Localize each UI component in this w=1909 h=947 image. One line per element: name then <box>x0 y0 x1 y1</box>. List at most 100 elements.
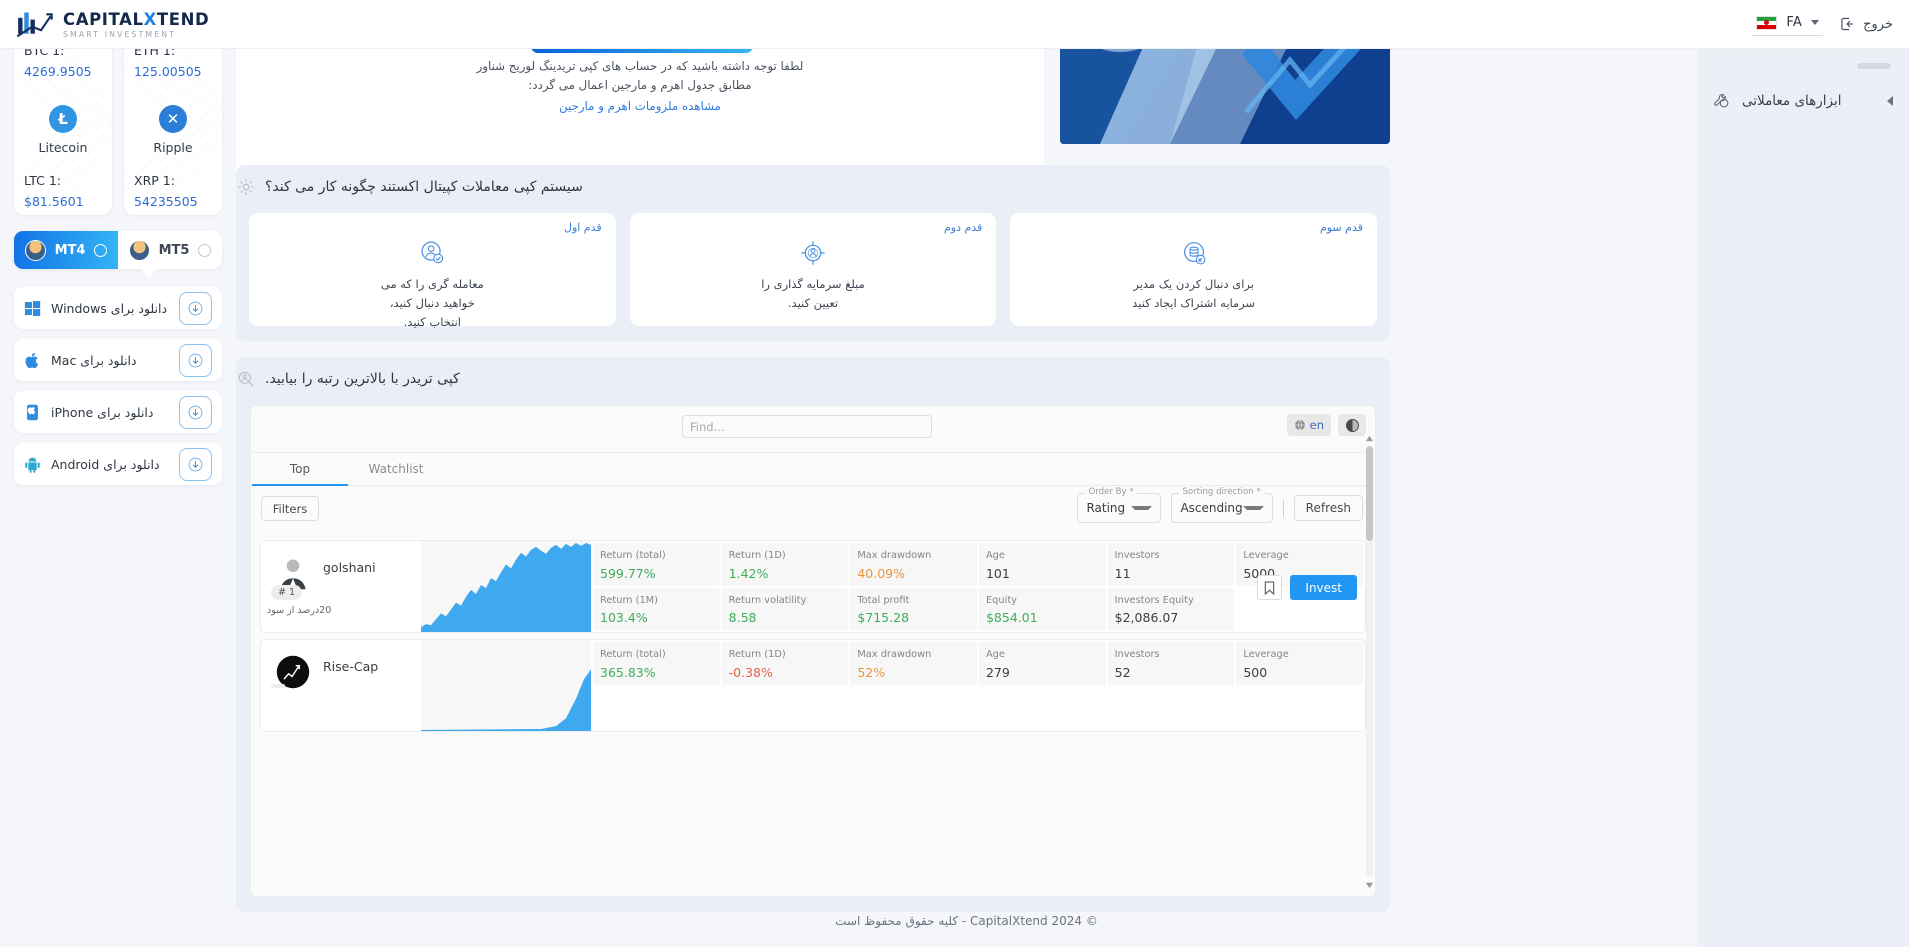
trader-metrics: Return (total) 599.77% Return (1D) 1.42%… <box>591 541 1365 632</box>
refresh-button[interactable]: Refresh <box>1293 495 1363 521</box>
hero-illustration <box>1060 49 1390 144</box>
download-card-windows[interactable]: دانلود برای Windows <box>14 287 222 329</box>
metric-key: Leverage <box>1243 550 1289 561</box>
crypto-card[interactable]: BTC 1: 4269.9505 Ł Litecoin LTC 1: $81.5… <box>14 33 112 215</box>
download-label: دانلود برای Windows <box>51 300 168 316</box>
table-row[interactable]: # 1 20درصد از سود golshani Return (total… <box>260 540 1366 633</box>
footer: © 2024 CapitalXtend - کلیه حقوق محفوظ اس… <box>236 895 1697 947</box>
metric-key: Leverage <box>1243 649 1289 660</box>
step-tag: قدم دوم <box>943 221 983 234</box>
download-card-label-group: دانلود برای Android <box>23 455 160 474</box>
download-arrow-icon <box>188 301 203 315</box>
crypto-price-bottom: 54235505 <box>134 194 198 209</box>
scroll-up-icon[interactable] <box>1365 434 1374 443</box>
download-card-iphone[interactable]: دانلود برای iPhone <box>14 391 222 433</box>
bookmark-button[interactable] <box>1257 575 1283 600</box>
crypto-card[interactable]: ETH 1: 125.00505 ✕ Ripple XRP 1: 5423550… <box>124 33 222 215</box>
filters-button[interactable]: Filters <box>261 496 319 521</box>
sort-controls: Order By * Rating Sorting direction * As… <box>1077 487 1363 523</box>
order-by-select[interactable]: Order By * Rating <box>1077 487 1162 523</box>
platform-option-mt5[interactable]: MT5 <box>118 231 222 269</box>
windows-icon <box>24 300 41 316</box>
logout-button[interactable]: خروج <box>1839 16 1893 32</box>
language-toggle-button[interactable]: en <box>1286 414 1331 436</box>
download-button[interactable] <box>179 395 212 429</box>
leverage-requirements-link[interactable]: مشاهده ملزومات اهرم و مارجین <box>559 99 721 113</box>
crypto-price-bottom: $81.5601 <box>24 194 84 209</box>
android-icon <box>25 457 40 473</box>
note-line-2: مطابق جدول اهرم و مارجین اعمال می گردد: <box>528 78 752 93</box>
crypto-coin-block: Ł Litecoin <box>24 105 102 155</box>
metric-cell: Return (total) 599.77% <box>593 543 720 586</box>
gear-icon <box>238 179 254 195</box>
search-user-icon <box>238 371 254 387</box>
search-input[interactable] <box>682 415 932 438</box>
sorting-direction-label: Sorting direction * <box>1179 487 1264 497</box>
metric-value: 500 <box>1243 664 1268 680</box>
metric-key: Return (1M) <box>600 594 658 606</box>
chevron-down-icon <box>1242 506 1264 510</box>
tab-top[interactable]: Top <box>252 453 348 486</box>
table-row[interactable]: Rise-Cap Return (total) 365.83% Return (… <box>260 639 1366 732</box>
equity-sparkline <box>421 541 591 632</box>
chevron-down-icon <box>1131 506 1153 510</box>
bookmark-icon <box>1265 580 1275 595</box>
equity-sparkline <box>421 640 591 731</box>
step-text-line-1: برای دنبال کردن یک مدیر <box>1133 277 1254 291</box>
tools-icon <box>1714 94 1729 108</box>
traders-controls: Filters Order By * Rating Sorting direct… <box>251 486 1375 534</box>
sidebar-item-trading-tools[interactable]: ابزارهای معاملاتی <box>1697 78 1909 123</box>
coin-name: Ripple <box>153 140 193 155</box>
metric-cell: Leverage 500 <box>1236 642 1363 685</box>
copyright-text: © 2024 CapitalXtend - کلیه حقوق محفوظ اس… <box>835 914 1098 928</box>
leverage-note: لطفا توجه داشته باشید که در حساب های کپی… <box>236 57 1044 114</box>
step-card-two: قدم دوم مبلغ سرمایه گذاری را تعیین کنید. <box>629 213 997 326</box>
download-button[interactable] <box>179 343 212 377</box>
language-selector[interactable]: FA <box>1752 12 1824 36</box>
main-content: شروع کپی تریدینگ لطفا توجه داشته باشید ک… <box>236 49 1697 947</box>
metric-key: Equity <box>985 594 1017 606</box>
metric-value: 52% <box>857 664 886 680</box>
database-share-icon <box>1183 242 1206 265</box>
section-title-text: سیستم کپی معاملات کپیتال اکستند چگونه کا… <box>265 179 583 195</box>
filters-label: Filters <box>272 501 308 516</box>
metric-cell: Age 101 <box>978 543 1106 586</box>
sorting-direction-select[interactable]: Sorting direction * Ascending <box>1171 487 1273 523</box>
brand-name: CAPITALXTEND <box>63 9 210 29</box>
download-label: دانلود برای iPhone <box>51 404 154 420</box>
hero-image <box>1060 49 1390 144</box>
metric-cell: Return volatility 8.58 <box>721 587 849 630</box>
tab-watchlist[interactable]: Watchlist <box>348 453 444 485</box>
platform-label: MT4 <box>54 242 86 258</box>
download-card-android[interactable]: دانلود برای Android <box>14 443 222 485</box>
how-it-works-section: سیستم کپی معاملات کپیتال اکستند چگونه کا… <box>236 165 1390 341</box>
platform-option-mt4[interactable]: MT4 <box>14 231 118 269</box>
metric-value: 8.58 <box>728 610 757 626</box>
step-tag: قدم اول <box>563 221 602 234</box>
metric-cell: Total profit $715.28 <box>850 587 977 630</box>
scroll-down-icon[interactable] <box>1365 881 1374 890</box>
nav-collapse-handle[interactable] <box>1857 63 1891 69</box>
crypto-coin-block: ✕ Ripple <box>134 105 212 155</box>
download-label: دانلود برای Android <box>51 456 160 472</box>
contrast-toggle-button[interactable] <box>1338 414 1366 436</box>
tab-label: Watchlist <box>368 462 424 476</box>
top-bar: خروج FA CAPITALXTEND SMART INVESTMENT <box>0 0 1909 49</box>
metric-cell: Return (1M) 103.4% <box>593 587 720 630</box>
logout-icon <box>1841 17 1854 31</box>
metric-key: Max drawdown <box>857 649 932 660</box>
invest-button[interactable]: Invest <box>1290 575 1357 600</box>
step-text-line-1: مبلغ سرمایه گذاری را <box>761 277 865 291</box>
row-actions: Invest <box>1257 575 1357 600</box>
download-button[interactable] <box>179 447 212 481</box>
download-button[interactable] <box>179 291 212 325</box>
brand-logo[interactable]: CAPITALXTEND SMART INVESTMENT <box>14 9 209 39</box>
download-card-mac[interactable]: دانلود برای Mac <box>14 339 222 381</box>
list-scrollbar[interactable] <box>1366 446 1373 876</box>
scrollbar-thumb[interactable] <box>1366 446 1373 541</box>
order-by-value: Rating <box>1086 501 1126 515</box>
rank-badge <box>271 684 285 688</box>
start-copytrading-button[interactable]: شروع کپی تریدینگ <box>531 49 753 53</box>
sparkline-svg <box>421 542 591 632</box>
performance-fee: 20درصد از سود <box>267 605 332 616</box>
